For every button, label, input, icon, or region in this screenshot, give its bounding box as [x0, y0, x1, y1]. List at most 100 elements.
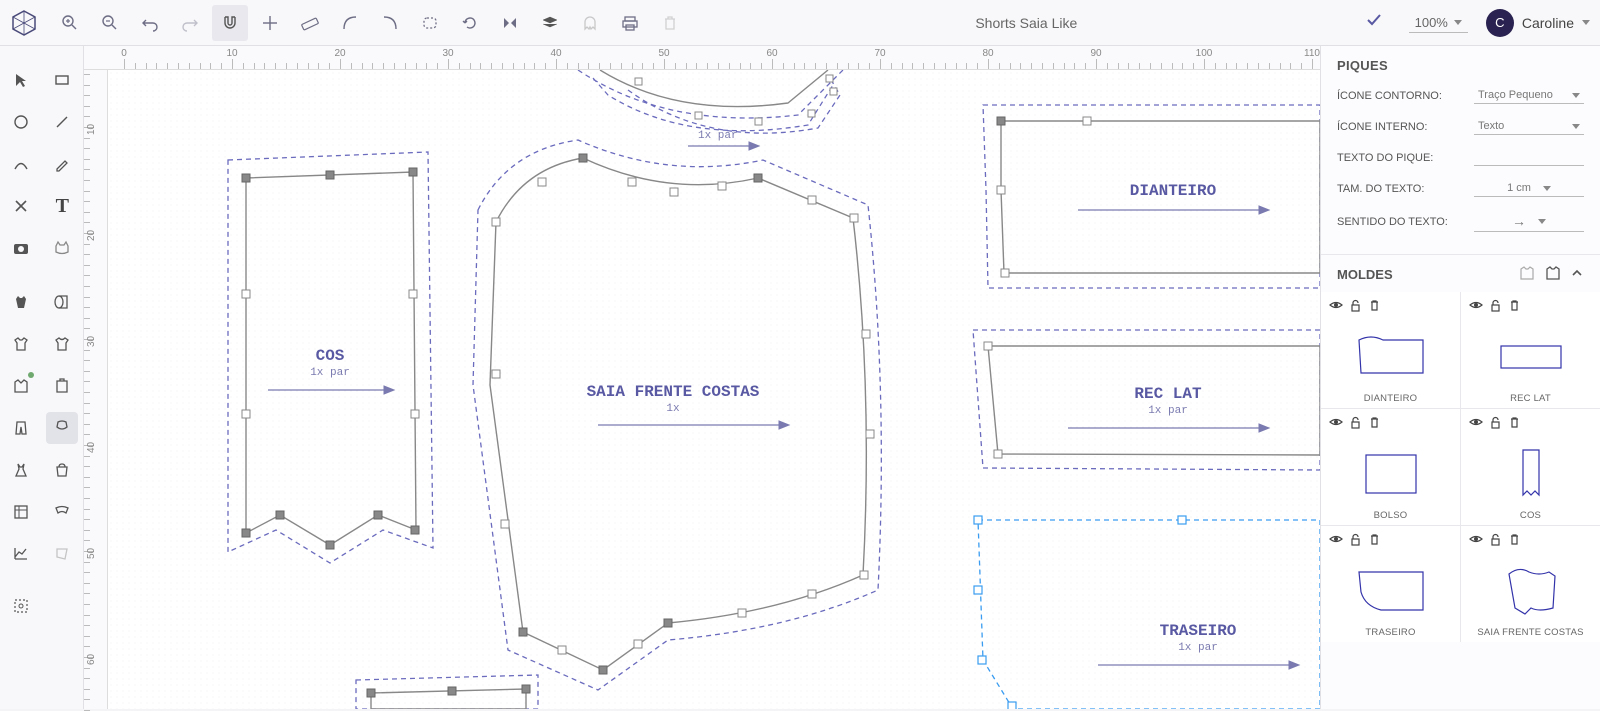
trash-icon[interactable]: [652, 5, 688, 41]
piece-ghost-icon[interactable]: [46, 538, 78, 570]
molde-card[interactable]: SAIA FRENTE COSTAS: [1461, 526, 1600, 642]
moldes-view1-icon[interactable]: [1518, 265, 1534, 284]
text-icon[interactable]: T: [46, 190, 78, 222]
zoom-in-icon[interactable]: [52, 5, 88, 41]
zoom-out-icon[interactable]: [92, 5, 128, 41]
dress-icon[interactable]: [5, 454, 37, 486]
zoom-select[interactable]: 100%: [1409, 13, 1468, 33]
shirt4-icon[interactable]: [46, 370, 78, 402]
eye-icon[interactable]: [1329, 415, 1343, 432]
molde-card[interactable]: COS: [1461, 409, 1600, 525]
lock-icon[interactable]: [1489, 299, 1502, 315]
moldes-grid: DIANTEIRO REC LAT BOLSO COS TRASEIRO SAI…: [1321, 292, 1600, 642]
redo-icon[interactable]: [172, 5, 208, 41]
rectangle-icon[interactable]: [46, 64, 78, 96]
label-icone-interno: ÍCONE INTERNO:: [1337, 121, 1427, 133]
shirt3-icon[interactable]: [5, 370, 37, 402]
select-tam-texto[interactable]: 1 cm: [1474, 180, 1584, 197]
eye-icon[interactable]: [1469, 415, 1483, 432]
user-name: Caroline: [1522, 15, 1574, 31]
molde-name: SAIA FRENTE COSTAS: [1469, 627, 1592, 638]
lock-icon[interactable]: [1349, 416, 1362, 432]
cursor-icon[interactable]: [5, 64, 37, 96]
svg-text:1x: 1x: [666, 403, 680, 415]
circle-icon[interactable]: [5, 106, 37, 138]
trash-icon[interactable]: [1508, 299, 1521, 315]
input-texto-pique[interactable]: [1474, 149, 1584, 166]
svg-text:1x par: 1x par: [1148, 405, 1188, 417]
svg-text:1x par: 1x par: [1178, 642, 1218, 654]
eye-icon[interactable]: [1329, 298, 1343, 315]
lock-icon[interactable]: [1349, 533, 1362, 549]
molde-name: TRASEIRO: [1329, 627, 1452, 638]
shirt-icon[interactable]: [5, 328, 37, 360]
eye-icon[interactable]: [1329, 532, 1343, 549]
app-logo-icon[interactable]: [10, 9, 38, 37]
canvas[interactable]: 1x par COS 1x par: [108, 70, 1320, 709]
lock-icon[interactable]: [1489, 416, 1502, 432]
curve-tool-icon[interactable]: [332, 5, 368, 41]
close-icon[interactable]: [5, 190, 37, 222]
top-toolbar: Shorts Saia Like 100% C Caroline: [0, 0, 1600, 46]
shirt2-icon[interactable]: [46, 328, 78, 360]
chevron-down-icon: [1582, 20, 1590, 25]
select-sentido[interactable]: →: [1474, 211, 1584, 232]
molde-card[interactable]: BOLSO: [1321, 409, 1460, 525]
line-icon[interactable]: [46, 106, 78, 138]
eye-icon[interactable]: [1469, 298, 1483, 315]
molde-card[interactable]: REC LAT: [1461, 292, 1600, 408]
sleeve-icon[interactable]: [46, 412, 78, 444]
selection-rect-icon[interactable]: [5, 590, 37, 622]
chart-icon[interactable]: [5, 538, 37, 570]
trash-icon[interactable]: [1368, 416, 1381, 432]
trash-icon[interactable]: [1508, 416, 1521, 432]
eye-icon[interactable]: [1469, 532, 1483, 549]
pants-icon[interactable]: [5, 412, 37, 444]
molde-name: DIANTEIRO: [1329, 393, 1452, 404]
bag-icon[interactable]: [46, 454, 78, 486]
trash-icon[interactable]: [1368, 299, 1381, 315]
moldes-view2-icon[interactable]: [1544, 265, 1560, 284]
lock-icon[interactable]: [1349, 299, 1362, 315]
ghost-icon[interactable]: [572, 5, 608, 41]
molde-card[interactable]: TRASEIRO: [1321, 526, 1460, 642]
collar-icon[interactable]: [46, 496, 78, 528]
svg-text:SAIA FRENTE COSTAS: SAIA FRENTE COSTAS: [587, 383, 760, 401]
print-icon[interactable]: [612, 5, 648, 41]
right-panel: PIQUES ÍCONE CONTORNO:Traço Pequeno ÍCON…: [1320, 46, 1600, 709]
molde-card[interactable]: DIANTEIRO: [1321, 292, 1460, 408]
camera-icon[interactable]: [5, 232, 37, 264]
refresh-icon[interactable]: [452, 5, 488, 41]
check-icon[interactable]: [1365, 11, 1383, 34]
trash-icon[interactable]: [1508, 533, 1521, 549]
piece-saia: SAIA FRENTE COSTAS 1x: [473, 140, 881, 690]
doc-title[interactable]: Shorts Saia Like: [975, 15, 1077, 31]
template-icon[interactable]: [5, 496, 37, 528]
user-menu[interactable]: C Caroline: [1486, 9, 1590, 37]
pencil-icon[interactable]: [46, 148, 78, 180]
crosshair-icon[interactable]: [252, 5, 288, 41]
svg-text:COS: COS: [316, 347, 345, 365]
layers-icon[interactable]: [532, 5, 568, 41]
curve2-icon[interactable]: [372, 5, 408, 41]
select-icone-contorno[interactable]: Traço Pequeno: [1474, 87, 1584, 104]
body-icon[interactable]: [5, 286, 37, 318]
dashed-shape-icon[interactable]: [412, 5, 448, 41]
magnet-icon[interactable]: [212, 5, 248, 41]
piece-reclat: REC LAT 1x par: [973, 330, 1320, 470]
ruler-icon[interactable]: [292, 5, 328, 41]
svg-text:TRASEIRO: TRASEIRO: [1160, 622, 1237, 640]
cat-icon[interactable]: [46, 232, 78, 264]
mirror-icon[interactable]: [492, 5, 528, 41]
trash-icon[interactable]: [1368, 533, 1381, 549]
molde-thumb: [1469, 319, 1592, 391]
tape-icon[interactable]: [46, 286, 78, 318]
select-icone-interno[interactable]: Texto: [1474, 118, 1584, 135]
undo-icon[interactable]: [132, 5, 168, 41]
avatar: C: [1486, 9, 1514, 37]
left-toolbox: T: [0, 46, 84, 709]
lock-icon[interactable]: [1489, 533, 1502, 549]
svg-text:REC LAT: REC LAT: [1134, 385, 1202, 403]
curve-icon[interactable]: [5, 148, 37, 180]
chevron-up-icon[interactable]: [1570, 266, 1584, 283]
